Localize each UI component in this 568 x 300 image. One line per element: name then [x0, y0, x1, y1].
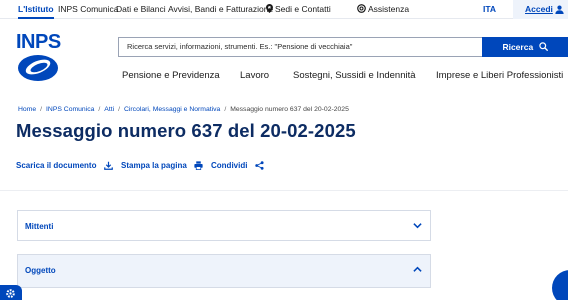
print-label: Stampa la pagina — [121, 161, 187, 170]
accordion-mittenti[interactable]: Mittenti — [17, 210, 431, 241]
language-selector[interactable]: ITA — [483, 0, 496, 19]
breadcrumb-current: Messaggio numero 637 del 20-02-2025 — [230, 106, 349, 113]
breadcrumb-circolari[interactable]: Circolari, Messaggi e Normativa — [124, 106, 220, 113]
breadcrumb: Home / INPS Comunica / Atti / Circolari, Messa… — [18, 106, 349, 113]
search-button-label: Ricerca — [502, 42, 534, 52]
search-icon — [538, 42, 548, 51]
topbar-link-sedi-contatti[interactable]: Sedi e Contatti — [266, 0, 331, 19]
topbar-link-sedi-contatti-label: Sedi e Contatti — [275, 4, 331, 14]
chevron-down-icon — [413, 223, 422, 229]
inps-logo-mark — [18, 55, 58, 81]
section-divider — [0, 190, 568, 191]
top-utility-bar: L'Istituto INPS Comunica Dati e Bilanci … — [0, 0, 568, 19]
topbar-link-istituto[interactable]: L'Istituto — [18, 0, 54, 19]
share-label: Condividi — [211, 161, 248, 170]
lifebuoy-icon — [357, 4, 366, 13]
chat-assistant-button[interactable] — [552, 270, 568, 300]
print-icon — [194, 161, 203, 170]
download-icon — [103, 161, 113, 170]
topbar-link-assistenza[interactable]: Assistenza — [357, 0, 409, 19]
login-area[interactable]: Accedi — [513, 0, 568, 19]
settings-icon — [6, 289, 15, 298]
share-button[interactable]: Condividi — [211, 161, 264, 170]
user-icon — [555, 5, 564, 14]
breadcrumb-inps-comunica[interactable]: INPS Comunica — [46, 106, 94, 113]
share-icon — [254, 161, 264, 170]
accordion-mittenti-label: Mittenti — [25, 222, 54, 231]
topbar-link-dati-bilanci[interactable]: Dati e Bilanci — [116, 0, 166, 19]
map-pin-icon — [266, 4, 273, 13]
topbar-link-avvisi-bandi[interactable]: Avvisi, Bandi e Fatturazione — [168, 0, 273, 19]
download-document-button[interactable]: Scarica il documento — [16, 161, 113, 170]
breadcrumb-atti[interactable]: Atti — [104, 106, 114, 113]
nav-imprese-professionisti[interactable]: Imprese e Liberi Professionisti — [436, 70, 563, 84]
nav-pensione-previdenza[interactable]: Pensione e Previdenza — [122, 70, 220, 84]
print-page-button[interactable]: Stampa la pagina — [121, 161, 203, 170]
topbar-link-inps-comunica[interactable]: INPS Comunica — [58, 0, 118, 19]
chevron-up-icon — [413, 266, 422, 272]
login-link[interactable]: Accedi — [525, 0, 553, 19]
nav-lavoro[interactable]: Lavoro — [240, 70, 269, 84]
inps-logo-text[interactable]: INPS — [16, 31, 61, 54]
download-label: Scarica il documento — [16, 161, 97, 170]
search-button[interactable]: Ricerca — [482, 37, 568, 57]
page-title: Messaggio numero 637 del 20-02-2025 — [16, 120, 356, 141]
accordion-oggetto[interactable]: Oggetto — [17, 254, 431, 288]
nav-sostegni-sussidi[interactable]: Sostegni, Sussidi e Indennità — [293, 70, 416, 84]
search-input[interactable]: Ricerca servizi, informazioni, strumenti… — [118, 37, 482, 57]
topbar-link-assistenza-label: Assistenza — [368, 4, 410, 14]
accessibility-settings-button[interactable] — [0, 285, 22, 300]
breadcrumb-home[interactable]: Home — [18, 106, 36, 113]
accordion-oggetto-label: Oggetto — [25, 266, 56, 275]
